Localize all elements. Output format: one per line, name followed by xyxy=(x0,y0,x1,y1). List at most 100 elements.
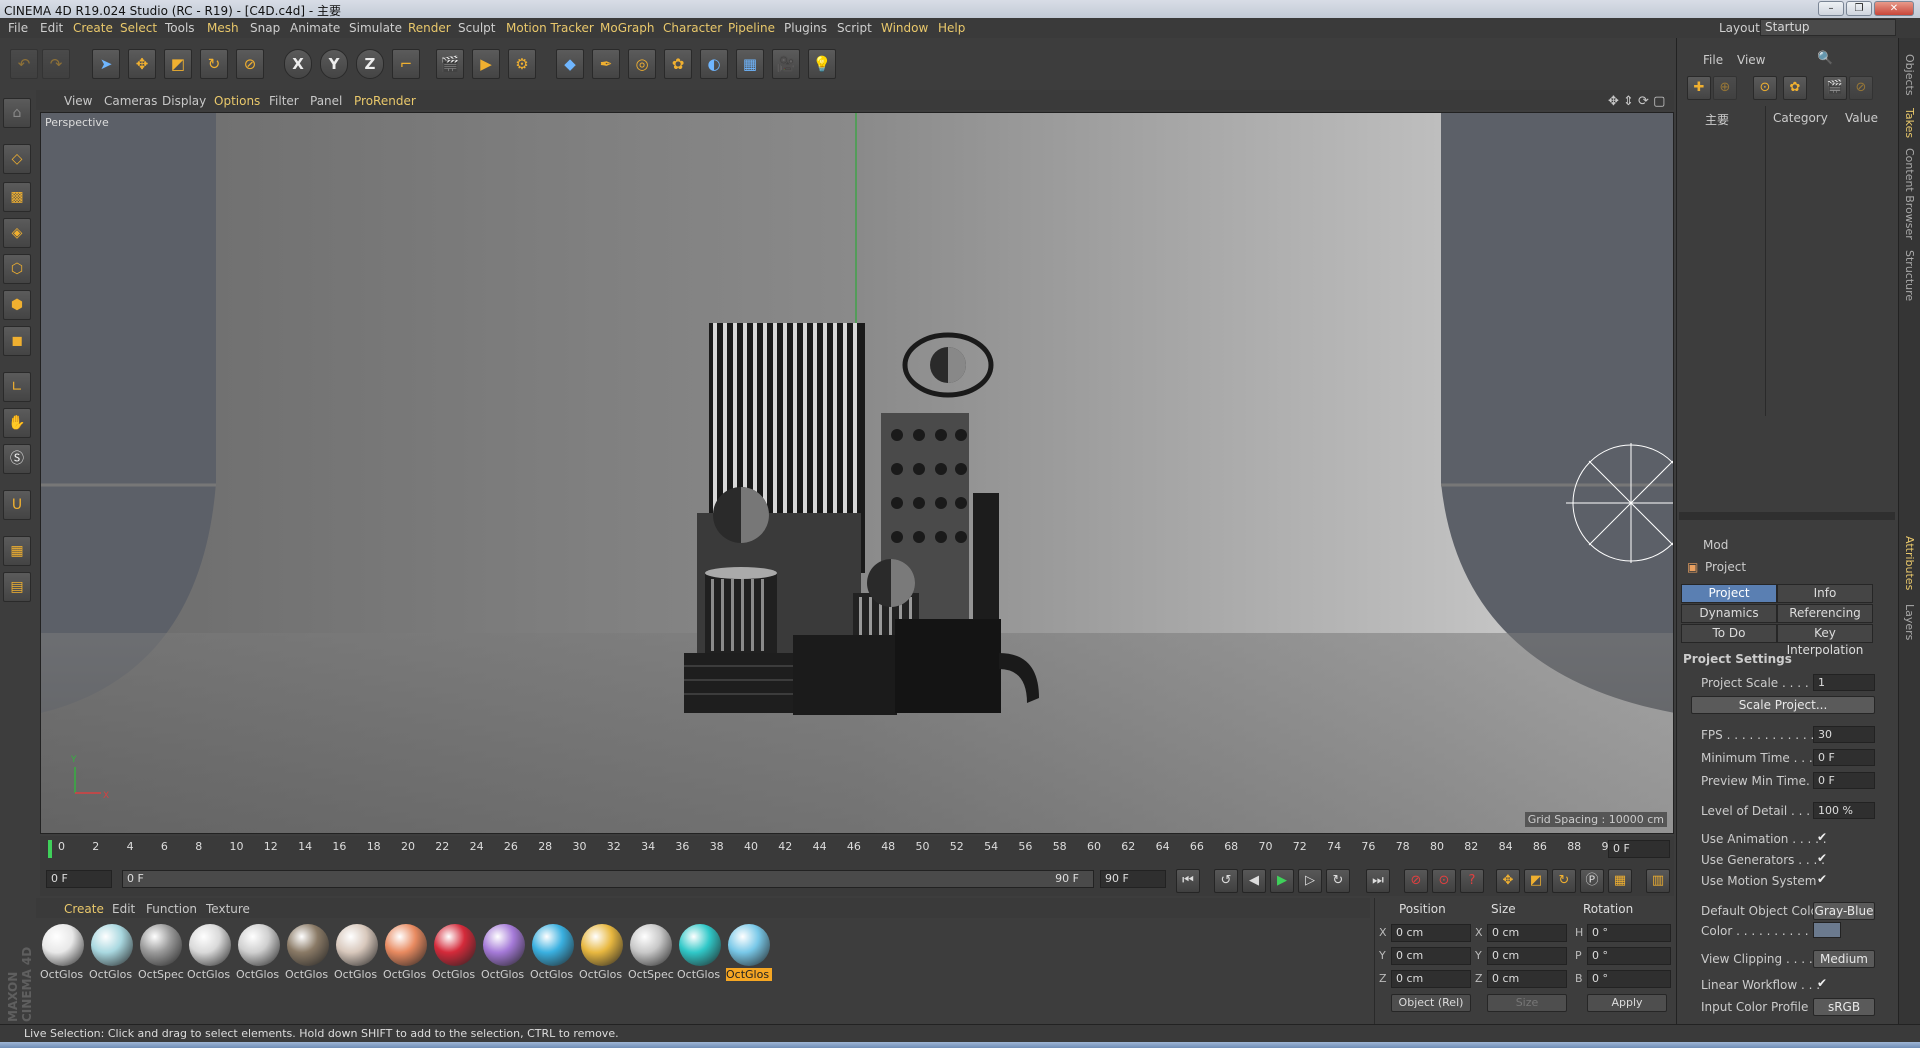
material-preview-ball[interactable] xyxy=(532,924,574,966)
x-axis-lock-icon[interactable]: X xyxy=(284,49,312,79)
material-item[interactable]: OctGlos xyxy=(89,924,135,981)
tab-referencing[interactable]: Referencing xyxy=(1777,604,1873,623)
key-pla-icon[interactable]: ▦ xyxy=(1608,869,1632,893)
material-menu-create[interactable]: Create xyxy=(64,902,104,916)
material-item[interactable]: OctGlos xyxy=(236,924,282,981)
material-label[interactable]: OctGlos xyxy=(383,968,429,981)
material-preview-ball[interactable] xyxy=(91,924,133,966)
render-settings-icon[interactable]: ⚙ xyxy=(508,49,536,79)
material-label[interactable]: OctGlos xyxy=(334,968,380,981)
minimum-time-field[interactable]: 0 F xyxy=(1813,749,1875,766)
material-preview-ball[interactable] xyxy=(140,924,182,966)
deformer-icon[interactable]: ◐ xyxy=(700,49,728,79)
menu-render[interactable]: Render xyxy=(408,21,451,35)
material-preview-ball[interactable] xyxy=(679,924,721,966)
next-key-icon[interactable]: ↻ xyxy=(1326,869,1350,893)
cube-icon[interactable]: ◆ xyxy=(556,49,584,79)
start-frame-field[interactable]: 0 F xyxy=(46,870,112,888)
color-swatch[interactable] xyxy=(1813,922,1841,938)
menu-create[interactable]: Create xyxy=(73,21,113,35)
tab-key-interpolation[interactable]: Key Interpolation xyxy=(1777,624,1873,657)
menu-animate[interactable]: Animate xyxy=(290,21,340,35)
model-mode-icon[interactable]: ◇ xyxy=(3,144,31,174)
attributes-menu-mode[interactable]: Mod xyxy=(1703,538,1728,552)
menu-sculpt[interactable]: Sculpt xyxy=(458,21,495,35)
material-item[interactable]: OctSpec xyxy=(628,924,674,981)
takes-auto-icon[interactable]: ✿ xyxy=(1783,76,1807,100)
material-item[interactable]: OctGlos xyxy=(481,924,527,981)
menu-pipeline[interactable]: Pipeline xyxy=(728,21,775,35)
viewport-menu-prorender[interactable]: ProRender xyxy=(354,94,416,108)
horizontal-scrollbar[interactable] xyxy=(1679,512,1895,520)
material-preview-ball[interactable] xyxy=(483,924,525,966)
side-tab-structure[interactable]: Structure xyxy=(1903,250,1916,301)
planar-workplane-icon[interactable]: ▤ xyxy=(3,572,31,602)
size-x-field[interactable]: 0 cm xyxy=(1487,924,1567,942)
light-icon[interactable]: 💡 xyxy=(808,49,836,79)
floor-icon[interactable]: ▦ xyxy=(736,49,764,79)
record-keys-icon[interactable]: ⊘ xyxy=(1404,869,1428,893)
take-root-label[interactable]: 主要 xyxy=(1705,111,1729,128)
viewport-menu-panel[interactable]: Panel xyxy=(310,94,342,108)
key-parameter-icon[interactable]: Ⓟ xyxy=(1580,869,1604,893)
rotate-icon[interactable]: ↻ xyxy=(200,49,228,79)
key-position-icon[interactable]: ✥ xyxy=(1496,869,1520,893)
redo-icon[interactable]: ↷ xyxy=(42,49,70,79)
points-mode-icon[interactable]: ⬡ xyxy=(3,254,31,284)
snap-icon[interactable]: U xyxy=(3,490,31,520)
edges-mode-icon[interactable]: ⬢ xyxy=(3,290,31,320)
menu-window[interactable]: Window xyxy=(881,21,928,35)
material-item[interactable]: OctGlos xyxy=(432,924,478,981)
rot-b-field[interactable]: 0 ° xyxy=(1587,970,1671,988)
viewport-nav-icon[interactable]: ✥ ⇕ ⟳ ▢ xyxy=(1608,94,1665,109)
rot-h-field[interactable]: 0 ° xyxy=(1587,924,1671,942)
material-label[interactable]: OctGlos xyxy=(677,968,723,981)
objects-menu-view[interactable]: View xyxy=(1737,53,1765,67)
pos-y-field[interactable]: 0 cm xyxy=(1391,947,1471,965)
pen-spline-icon[interactable]: ✒ xyxy=(592,49,620,79)
takes-override-icon[interactable]: ⊙ xyxy=(1753,76,1777,100)
material-menu-texture[interactable]: Texture xyxy=(206,902,250,916)
scale-icon[interactable]: ◩ xyxy=(164,49,192,79)
material-preview-ball[interactable] xyxy=(238,924,280,966)
key-rotation-icon[interactable]: ↻ xyxy=(1552,869,1576,893)
side-tab-objects[interactable]: Objects xyxy=(1903,54,1916,96)
material-menu-function[interactable]: Function xyxy=(146,902,197,916)
material-preview-ball[interactable] xyxy=(385,924,427,966)
goto-end-icon[interactable]: ⏭ xyxy=(1366,869,1390,893)
timeline-ruler[interactable]: 0 2 4 6 8 10 12 14 16 18 20 22 24 26 28 30 32 34 36 38 40 42 4… xyxy=(40,836,1674,862)
coordinate-system-icon[interactable]: ⌐ xyxy=(392,49,420,79)
takes-clone-icon[interactable]: ⊕ xyxy=(1713,76,1737,100)
pos-z-field[interactable]: 0 cm xyxy=(1391,970,1471,988)
side-tab-content-browser[interactable]: Content Browser xyxy=(1903,148,1916,240)
viewport-menu-filter[interactable]: Filter xyxy=(269,94,299,108)
layout-select[interactable]: Startup xyxy=(1760,19,1896,36)
material-label[interactable]: OctGlos xyxy=(187,968,233,981)
material-item[interactable]: OctSpec xyxy=(138,924,184,981)
menu-script[interactable]: Script xyxy=(837,21,872,35)
material-label[interactable]: OctGlos xyxy=(236,968,282,981)
material-preview-ball[interactable] xyxy=(189,924,231,966)
menu-mesh[interactable]: Mesh xyxy=(207,21,239,35)
solo-icon[interactable]: Ⓢ xyxy=(3,444,31,474)
project-scale-field[interactable]: 1 xyxy=(1813,674,1875,691)
viewport-menu-options[interactable]: Options xyxy=(214,94,260,108)
menu-select[interactable]: Select xyxy=(120,21,157,35)
playhead[interactable] xyxy=(48,840,52,858)
material-menu-edit[interactable]: Edit xyxy=(112,902,135,916)
use-motion-system-checkbox[interactable]: ✔ xyxy=(1817,872,1827,886)
menu-tools[interactable]: Tools xyxy=(165,21,195,35)
size-y-field[interactable]: 0 cm xyxy=(1487,947,1567,965)
viewport-menu-display[interactable]: Display xyxy=(162,94,206,108)
material-label[interactable]: OctSpec xyxy=(138,968,184,981)
side-tab-takes[interactable]: Takes xyxy=(1903,108,1916,138)
close-button[interactable]: ✕ xyxy=(1874,1,1914,16)
fps-field[interactable]: 30 xyxy=(1813,726,1875,743)
viewport-menu-view[interactable]: View xyxy=(64,94,92,108)
material-label[interactable]: OctGlos xyxy=(530,968,576,981)
tweak-mode-icon[interactable]: ✋ xyxy=(3,408,31,438)
material-item[interactable]: OctGlos xyxy=(530,924,576,981)
scale-project-button[interactable]: Scale Project... xyxy=(1691,696,1875,714)
menu-edit[interactable]: Edit xyxy=(40,21,63,35)
tab-to-do[interactable]: To Do xyxy=(1681,624,1777,643)
